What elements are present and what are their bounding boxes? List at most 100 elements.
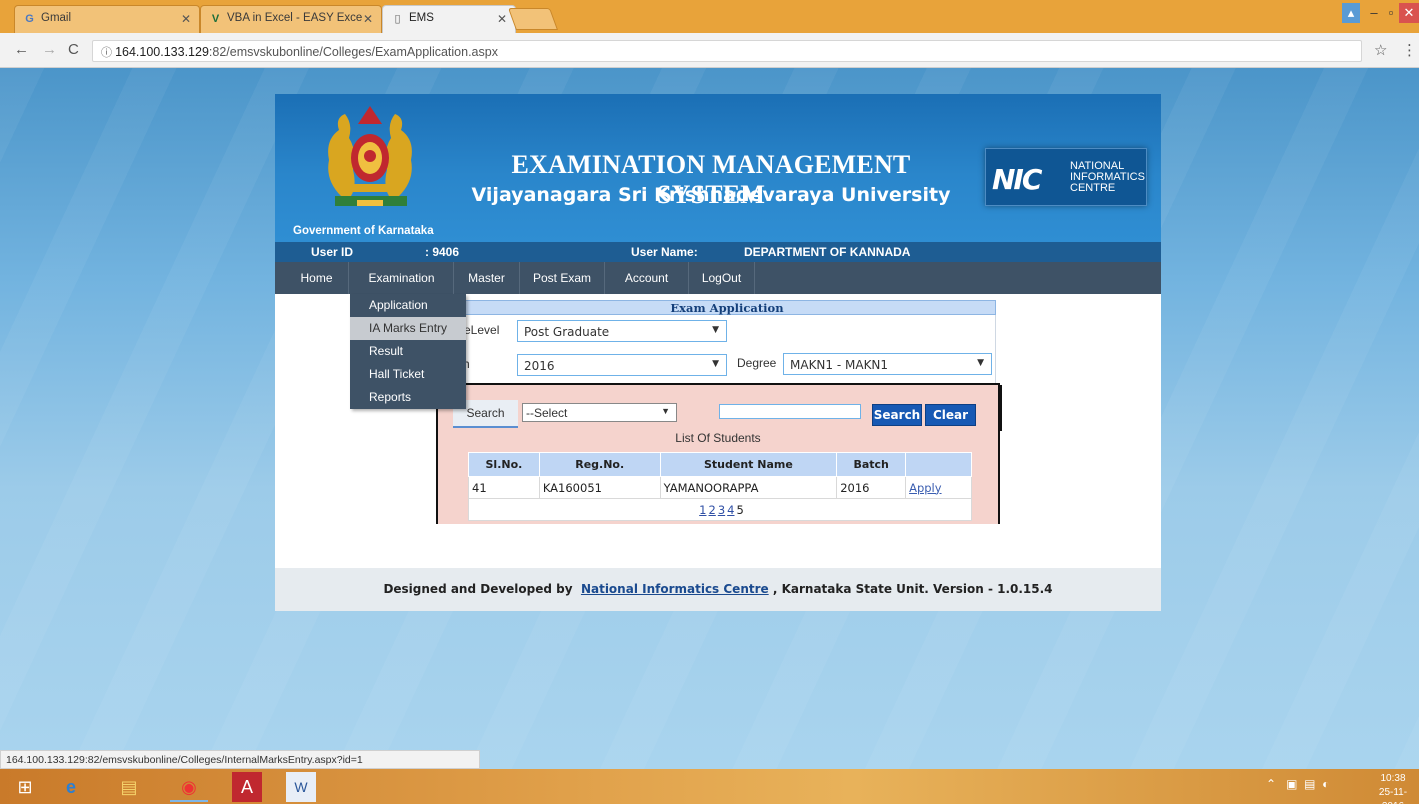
window-close-icon[interactable]: ✕ [1399, 3, 1419, 23]
course-level-value: Post Graduate [524, 325, 610, 339]
speaker-icon[interactable]: ▤ [1304, 777, 1315, 791]
user-profile-icon[interactable]: ▴ [1342, 3, 1360, 23]
page-link-3[interactable]: 3 [718, 503, 725, 517]
nic-link[interactable]: National Informatics Centre [581, 582, 769, 596]
document-icon: ▯ [394, 13, 401, 25]
page-link-4[interactable]: 4 [727, 503, 734, 517]
table-header-row: Sl.No. Reg.No. Student Name Batch [468, 452, 972, 477]
chevron-down-icon: ▼ [712, 325, 719, 335]
pager-row: 12345 [468, 498, 972, 521]
degree-value: MAKN1 - MAKN1 [790, 358, 889, 372]
dropdown-ia-marks-entry[interactable]: IA Marks Entry [350, 317, 466, 340]
user-info-bar: User ID : 9406 User Name: DEPARTMENT OF … [275, 242, 1161, 262]
clock-date: 25-11-2016 [1378, 787, 1408, 804]
footer-suffix: , Karnataka State Unit. Version - 1.0.15… [772, 582, 1053, 596]
apply-link[interactable]: Apply [905, 476, 972, 499]
gov-karnataka-label: Government of Karnataka [293, 225, 434, 237]
list-caption: List Of Students [675, 431, 761, 445]
power-icon[interactable]: ◐ [1322, 777, 1329, 791]
page-viewport: Government of Karnataka EXAMINATION MANA… [0, 68, 1419, 769]
menu-post-exam[interactable]: Post Exam [520, 262, 605, 294]
excel-site-icon: V [211, 13, 220, 25]
system-tray: ⌃ ▣ ▤ ◐ [1266, 777, 1329, 791]
cell-slno: 41 [468, 476, 540, 499]
menu-examination[interactable]: Examination [350, 262, 454, 294]
degree-select[interactable]: MAKN1 - MAKN1 ▼ [783, 353, 992, 375]
pager: 12345 [468, 498, 972, 521]
search-button[interactable]: Search [872, 404, 922, 426]
menu-kebab-icon[interactable]: ⋮ [1402, 41, 1417, 59]
clear-button[interactable]: Clear [925, 404, 976, 426]
cell-student-name: YAMANOORAPPA [659, 476, 838, 499]
tab-vba-excel[interactable]: V VBA in Excel - EASY Exce ✕ [200, 5, 382, 33]
chevron-down-icon: ▼ [977, 358, 984, 368]
chrome-icon[interactable]: ◉ [170, 772, 208, 802]
tab-gmail[interactable]: G Gmail ✕ [14, 5, 200, 33]
chevron-down-icon: ▼ [712, 359, 719, 369]
user-name-label: User Name: [631, 245, 698, 259]
reload-icon[interactable]: C [68, 41, 79, 58]
ems-page: Government of Karnataka EXAMINATION MANA… [275, 94, 1161, 611]
close-icon[interactable]: ✕ [363, 12, 373, 26]
page-link-1[interactable]: 1 [699, 503, 706, 517]
google-icon: G [25, 13, 34, 25]
page-footer: Designed and Developed by National Infor… [275, 568, 1161, 611]
url-path: :82/emsvskubonline/Colleges/ExamApplicat… [208, 45, 498, 59]
nic-name: NATIONAL INFORMATICS CENTRE [1070, 160, 1145, 194]
page-link-2[interactable]: 2 [709, 503, 716, 517]
tab-title: Gmail [41, 12, 72, 24]
university-name: Vijayanagara Sri Krishnadevaraya Univers… [471, 184, 951, 206]
panel-title: Exam Application [458, 300, 996, 315]
url-field[interactable]: ⓘ 164.100.133.129:82/emsvskubonline/Coll… [92, 40, 1362, 62]
taskbar-clock[interactable]: 10:38 25-11-2016 [1368, 772, 1418, 804]
col-batch: Batch [836, 452, 907, 477]
dropdown-application[interactable]: Application [350, 294, 466, 317]
header-banner: Government of Karnataka EXAMINATION MANA… [275, 94, 1161, 242]
batch-select[interactable]: 2016 ▼ [517, 354, 727, 376]
menu-home[interactable]: Home [285, 262, 349, 294]
degree-label: Degree [737, 356, 777, 370]
word-icon[interactable]: W [286, 772, 316, 802]
page-current-5: 5 [736, 502, 744, 517]
close-icon[interactable]: ✕ [497, 12, 507, 26]
course-level-select[interactable]: Post Graduate ▼ [517, 320, 727, 342]
file-explorer-icon[interactable]: ▤ [110, 772, 148, 802]
main-menu: Home Examination Master Post Exam Accoun… [275, 262, 1161, 294]
dropdown-result[interactable]: Result [350, 340, 466, 363]
dropdown-hall-ticket[interactable]: Hall Ticket [350, 363, 466, 386]
search-field-value: --Select [526, 406, 568, 420]
col-regno: Reg.No. [538, 452, 661, 477]
forward-icon[interactable]: → [42, 41, 57, 58]
close-icon[interactable]: ✕ [181, 12, 191, 26]
user-id-value: : 9406 [425, 245, 460, 259]
clock-time: 10:38 [1380, 773, 1406, 784]
search-field-select[interactable]: --Select ▼ [522, 403, 677, 422]
bookmark-star-icon[interactable]: ☆ [1374, 41, 1387, 59]
new-tab-button[interactable] [507, 8, 559, 30]
user-id-label: User ID [311, 245, 354, 259]
minimize-icon[interactable]: – [1366, 3, 1382, 23]
menu-account[interactable]: Account [605, 262, 689, 294]
tray-chevron-icon[interactable]: ⌃ [1266, 777, 1276, 791]
search-input[interactable] [719, 404, 861, 419]
windows-taskbar: ⊞ e ▤ ◉ A W ⌃ ▣ ▤ ◐ 10:38 25-11-2016 [0, 769, 1419, 804]
col-slno: Sl.No. [468, 452, 540, 477]
back-icon[interactable]: ← [14, 41, 29, 58]
nic-logo: NIC NATIONAL INFORMATICS CENTRE [985, 148, 1147, 206]
chevron-down-icon: ▼ [661, 406, 670, 416]
menu-master[interactable]: Master [454, 262, 520, 294]
acrobat-icon[interactable]: A [232, 772, 262, 802]
tab-title: VBA in Excel - EASY Exce [227, 12, 363, 24]
maximize-icon[interactable]: ▫ [1384, 3, 1398, 23]
windows-start-icon[interactable]: ⊞ [6, 772, 44, 802]
browser-tab-bar: G Gmail ✕ V VBA in Excel - EASY Exce ✕ ▯… [0, 0, 1419, 33]
batch-value: 2016 [524, 359, 555, 373]
network-icon[interactable]: ▣ [1286, 777, 1297, 791]
tab-ems[interactable]: ▯ EMS ✕ [382, 5, 516, 33]
examination-dropdown: Application IA Marks Entry Result Hall T… [350, 294, 466, 409]
col-action [905, 452, 972, 477]
dropdown-reports[interactable]: Reports [350, 386, 466, 409]
footer-prefix: Designed and Developed by [383, 582, 573, 596]
internet-explorer-icon[interactable]: e [52, 772, 90, 802]
menu-logout[interactable]: LogOut [689, 262, 755, 294]
